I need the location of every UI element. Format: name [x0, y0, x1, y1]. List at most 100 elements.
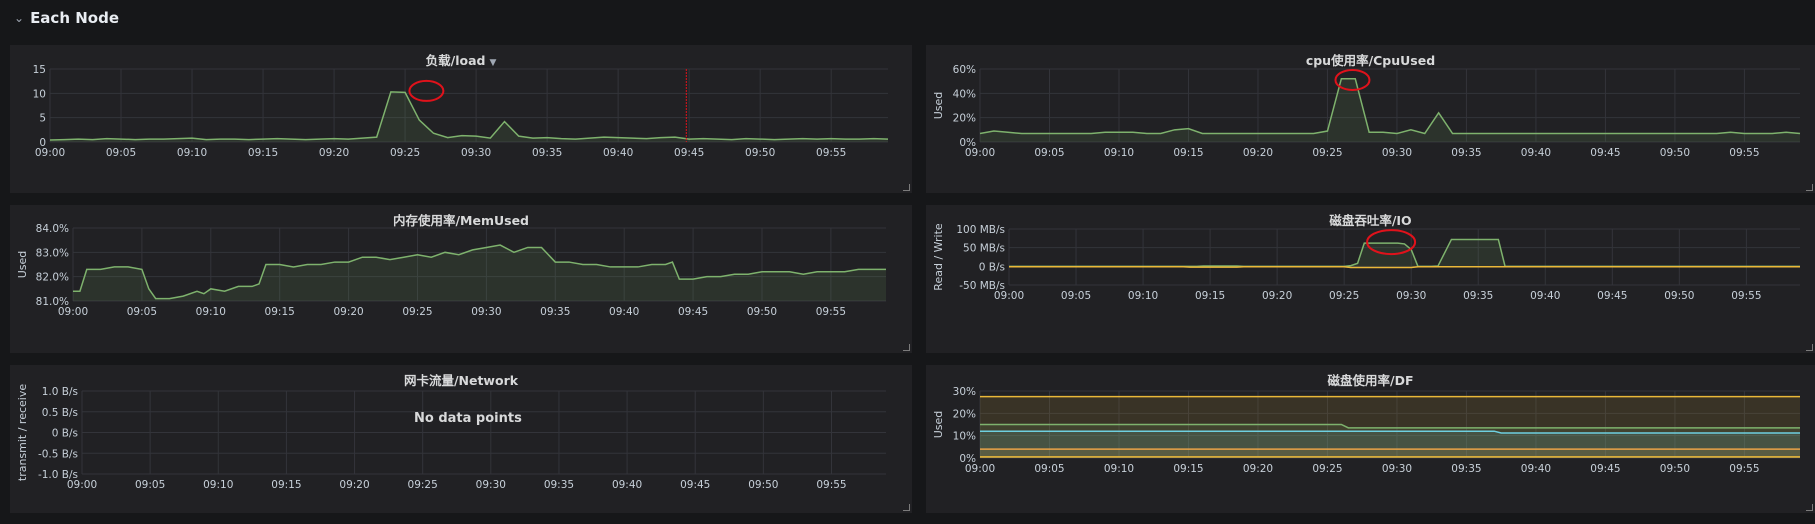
x-tick-label: 09:55: [816, 479, 846, 491]
x-tick-label: 09:50: [745, 147, 775, 159]
panel-title[interactable]: 磁盘吞吐率/IO: [926, 210, 1815, 229]
x-tick-label: 09:30: [1396, 290, 1426, 302]
x-tick-label: 09:15: [271, 479, 301, 491]
resize-handle[interactable]: [903, 504, 910, 511]
x-tick-label: 09:10: [196, 306, 226, 318]
x-tick-label: 09:45: [674, 147, 704, 159]
y-tick-label: 0.5 B/s: [42, 407, 78, 419]
x-tick-label: 09:35: [544, 479, 574, 491]
x-tick-label: 09:00: [67, 479, 97, 491]
panel-title[interactable]: 磁盘使用率/DF: [926, 370, 1815, 389]
panel-title[interactable]: 网卡流量/Network: [10, 370, 912, 389]
x-tick-label: 09:10: [177, 147, 207, 159]
chevron-down-icon[interactable]: ⌄: [14, 11, 24, 25]
x-tick-label: 09:45: [678, 306, 708, 318]
x-tick-label: 09:00: [965, 147, 995, 159]
x-tick-label: 09:00: [965, 463, 995, 475]
x-tick-label: 09:50: [748, 479, 778, 491]
panel-io[interactable]: -50 MB/s 0 B/s 50 MB/s 100 MB/s 09:00 09:05 09…: [926, 205, 1815, 353]
y-tick-label: 0 B/s: [979, 261, 1005, 273]
y-tick-label: 20%: [953, 408, 976, 420]
x-tick-label: 09:10: [1104, 147, 1134, 159]
y-tick-label: 5: [39, 113, 46, 125]
x-tick-label: 09:15: [248, 147, 278, 159]
x-tick-label: 09:50: [747, 306, 777, 318]
resize-handle[interactable]: [903, 344, 910, 351]
y-axis-label: Read / Write: [932, 223, 945, 291]
resize-handle[interactable]: [903, 184, 910, 191]
x-tick-label: 09:25: [402, 306, 432, 318]
x-tick-label: 09:40: [1521, 147, 1551, 159]
x-tick-label: 09:35: [1451, 147, 1481, 159]
panel-mem[interactable]: 81.0% 82.0% 83.0% 84.0% 09:00 09:05 09:10 09:15…: [10, 205, 912, 353]
x-tick-label: 09:25: [1312, 463, 1342, 475]
x-tick-label: 09:10: [203, 479, 233, 491]
highlight-circle: [408, 79, 445, 102]
x-tick-label: 09:25: [390, 147, 420, 159]
panel-network[interactable]: -1.0 B/s -0.5 B/s 0 B/s 0.5 B/s 1.0 B/s 09:00…: [10, 365, 912, 513]
x-tick-label: 09:15: [1173, 147, 1203, 159]
x-tick-label: 09:50: [1664, 290, 1694, 302]
x-tick-label: 09:35: [540, 306, 570, 318]
x-tick-label: 09:15: [1173, 463, 1203, 475]
x-tick-label: 09:30: [1382, 463, 1412, 475]
panel-title[interactable]: cpu使用率/CpuUsed: [926, 50, 1815, 69]
series-area: [50, 91, 888, 142]
x-tick-label: 09:55: [1731, 290, 1761, 302]
series-line[interactable]: [49, 91, 889, 141]
x-tick-label: 09:20: [339, 479, 369, 491]
x-tick-label: 09:55: [816, 306, 846, 318]
x-tick-label: 09:35: [1451, 463, 1481, 475]
x-tick-label: 09:00: [35, 147, 65, 159]
x-tick-label: 09:05: [135, 479, 165, 491]
x-tick-label: 09:35: [1463, 290, 1493, 302]
x-tick-label: 09:30: [461, 147, 491, 159]
y-tick-label: 10%: [953, 431, 976, 443]
x-tick-label: 09:20: [333, 306, 363, 318]
y-tick-label: 83.0%: [36, 247, 69, 259]
y-tick-label: 50 MB/s: [963, 243, 1005, 255]
x-tick-label: 09:55: [1729, 147, 1759, 159]
x-tick-label: 09:45: [1597, 290, 1627, 302]
x-tick-label: 09:35: [532, 147, 562, 159]
resize-handle[interactable]: [1806, 184, 1813, 191]
y-axis-label: transmit / receive: [16, 384, 29, 481]
x-tick-label: 09:05: [1034, 147, 1064, 159]
x-tick-label: 09:40: [1521, 463, 1551, 475]
x-tick-label: 09:15: [265, 306, 295, 318]
x-tick-label: 09:45: [1590, 147, 1620, 159]
series-line[interactable]: [1009, 265, 1800, 269]
y-tick-label: 40%: [953, 88, 976, 100]
x-tick-label: 09:05: [1034, 463, 1064, 475]
x-tick-label: 09:25: [1329, 290, 1359, 302]
row-header-each-node[interactable]: ⌄ Each Node: [0, 0, 1815, 36]
x-tick-label: 09:00: [58, 306, 88, 318]
resize-handle[interactable]: [1806, 504, 1813, 511]
x-tick-label: 09:20: [1243, 463, 1273, 475]
panel-title[interactable]: 负载/load ▼: [10, 50, 912, 69]
panel-df[interactable]: 0% 10% 20% 30% 09:00 09:05 09:10 09:15 09:20 09:2…: [926, 365, 1815, 513]
panel-load[interactable]: 0 5 10 15 09:00 09:05 09:10 09:15 09:20 09:25 09:3…: [10, 45, 912, 193]
x-tick-label: 09:55: [816, 147, 846, 159]
series-line[interactable]: [979, 77, 1801, 135]
x-tick-label: 09:40: [1530, 290, 1560, 302]
x-tick-label: 09:30: [1382, 147, 1412, 159]
y-axis-label: Used: [932, 92, 945, 120]
x-tick-label: 09:05: [127, 306, 157, 318]
panel-cpu[interactable]: 0% 20% 40% 60% 09:00 09:05 09:10 09:15 09:20 09:2…: [926, 45, 1815, 193]
y-tick-label: 0 B/s: [52, 428, 78, 440]
resize-handle[interactable]: [1806, 344, 1813, 351]
x-tick-label: 09:05: [106, 147, 136, 159]
x-tick-label: 09:25: [408, 479, 438, 491]
y-tick-label: 82.0%: [36, 272, 69, 284]
x-tick-label: 09:20: [319, 147, 349, 159]
x-tick-label: 09:55: [1729, 463, 1759, 475]
row-title: Each Node: [30, 9, 119, 27]
x-tick-label: 09:10: [1104, 463, 1134, 475]
caret-down-icon[interactable]: ▼: [489, 58, 496, 68]
x-tick-label: 09:45: [680, 479, 710, 491]
x-tick-label: 09:40: [603, 147, 633, 159]
x-tick-label: 09:05: [1061, 290, 1091, 302]
y-tick-label: 20%: [953, 113, 976, 125]
panel-title[interactable]: 内存使用率/MemUsed: [10, 210, 912, 229]
